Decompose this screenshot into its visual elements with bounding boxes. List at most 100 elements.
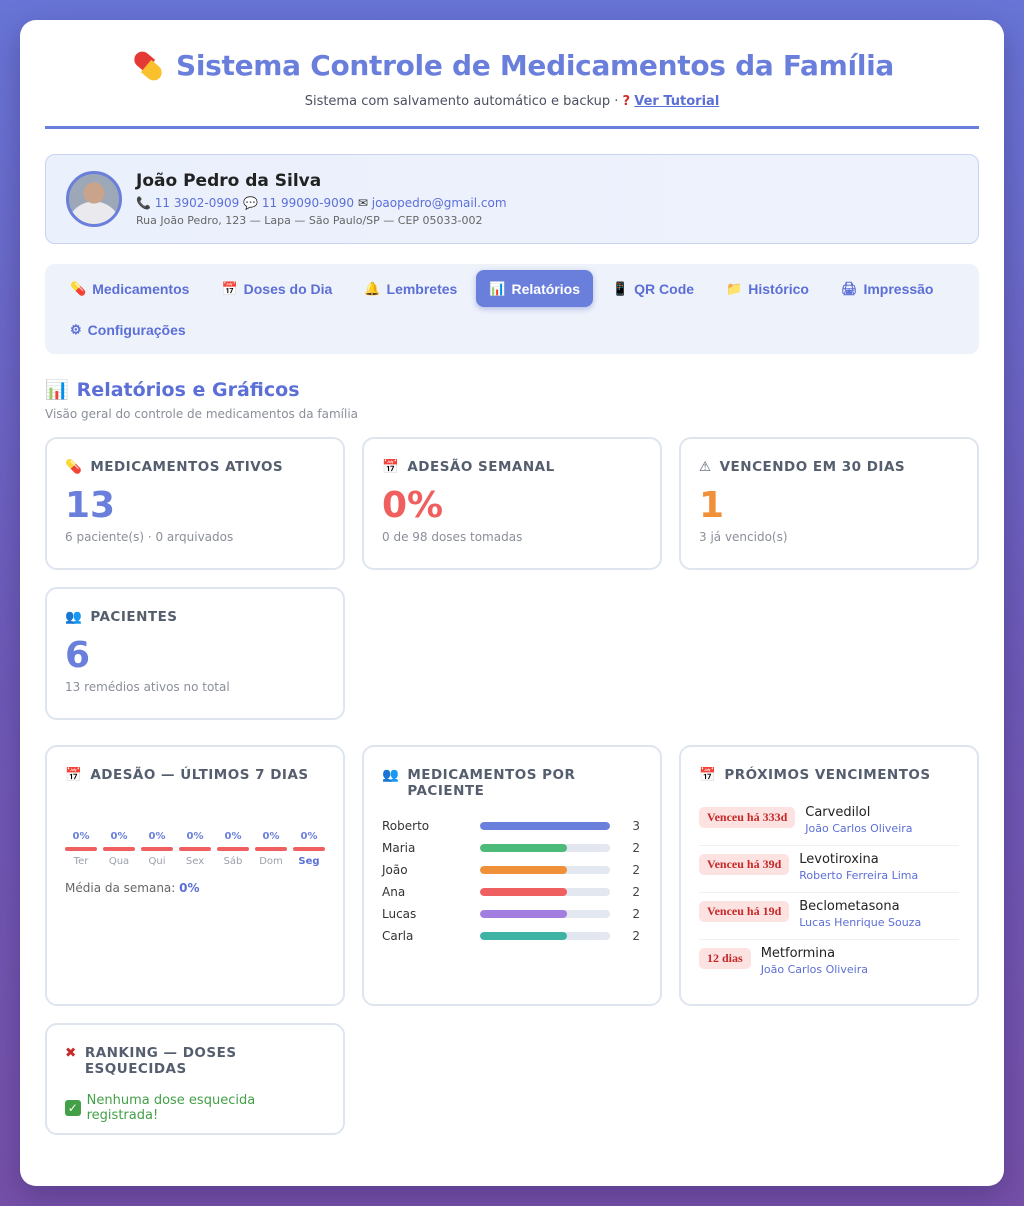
day-bar	[217, 847, 249, 851]
stat-value: 0%	[382, 485, 444, 526]
tab-lembretes[interactable]: 🔔 Lembretes	[351, 270, 470, 307]
profile-card: João Pedro da Silva 📞 11 3902-0909 💬 11 …	[45, 154, 979, 244]
patient-bar-track	[480, 888, 610, 896]
chart-icon: 📊	[45, 379, 69, 401]
stat-note: 13 remédios ativos no total	[65, 680, 230, 694]
medication-name: Carvedilol	[805, 805, 871, 820]
profile-address: Rua João Pedro, 123 — Lapa — São Paulo/S…	[136, 214, 483, 227]
patient-row: Carla 2	[382, 925, 642, 947]
patient-bar-fill	[480, 844, 567, 852]
patient-bar-fill	[480, 888, 567, 896]
section-subtitle: Visão geral do controle de medicamentos …	[45, 407, 359, 421]
page-subtitle: Sistema com salvamento automático e back…	[304, 94, 720, 109]
patient-name: Lucas	[382, 907, 417, 921]
stat-note: 0 de 98 doses tomadas	[382, 530, 523, 544]
day-bar	[141, 847, 173, 851]
expiry-badge: 12 dias	[699, 948, 751, 969]
page-title: Sistema Controle de Medicamentos da Famí…	[175, 48, 895, 82]
pill-icon: 💊	[65, 459, 83, 475]
day-bar	[103, 847, 135, 851]
patient-bar-fill	[480, 866, 567, 874]
people-icon: 👥	[382, 767, 400, 783]
warning-icon: ⚠	[699, 459, 712, 475]
tab-qr-code[interactable]: 📱 QR Code	[599, 270, 707, 307]
patient-row: Ana 2	[382, 881, 642, 903]
day-label: Seg	[298, 856, 320, 867]
tab-historico[interactable]: 📁 Histórico	[713, 270, 822, 307]
day-bar	[179, 847, 211, 851]
profile-phone[interactable]: 11 3902-0909	[155, 196, 240, 210]
tab-configuracoes[interactable]: ⚙ Configurações	[57, 311, 199, 348]
gear-icon: ⚙	[70, 321, 82, 337]
stat-adesao-semanal: 📅 ADESÃO SEMANAL 0% 0 de 98 doses tomadas	[362, 437, 662, 570]
day-percent: 0%	[186, 831, 204, 842]
tab-medicamentos[interactable]: 💊 Medicamentos	[57, 270, 202, 307]
reports-grid: 📅 ADESÃO — ÚLTIMOS 7 DIAS 0% Ter 0% Qua 0% Qui…	[45, 745, 979, 1135]
adesao-7-dias-card: 📅 ADESÃO — ÚLTIMOS 7 DIAS 0% Ter 0% Qua 0% Qui…	[45, 745, 345, 1006]
patient-count: 2	[632, 841, 640, 855]
profile-email[interactable]: joaopedro@gmail.com	[372, 196, 507, 210]
expiry-badge: Venceu há 39d	[699, 854, 790, 875]
chart-icon: 📊	[489, 280, 506, 296]
vencimento-row[interactable]: Venceu há 39d Levotiroxina Roberto Ferreir…	[699, 846, 959, 893]
calendar-icon: 📅	[382, 459, 400, 475]
day-bar	[255, 847, 287, 851]
adesao-days: 0% Ter 0% Qua 0% Qui 0% Sex 0% Sáb 0% Dom 0% Seg	[65, 831, 325, 867]
proximos-vencimentos-card: 📅 PRÓXIMOS VENCIMENTOS Venceu há 333d Carv…	[679, 745, 979, 1006]
patient-count: 2	[632, 907, 640, 921]
day-column: 0% Qua	[103, 831, 135, 867]
day-label: Qui	[148, 856, 166, 867]
patient-name: Lucas Henrique Souza	[799, 916, 922, 929]
check-icon: ✓	[65, 1100, 81, 1116]
day-column: 0% Sex	[179, 831, 211, 867]
section-title: 📊 Relatórios e Gráficos	[45, 378, 300, 402]
medication-name: Beclometasona	[799, 899, 900, 914]
weekly-average: Média da semana: 0%	[65, 881, 200, 895]
patient-count: 2	[632, 885, 640, 899]
day-percent: 0%	[110, 831, 128, 842]
day-label: Qua	[108, 856, 130, 867]
app-window: Sistema Controle de Medicamentos da Famí…	[20, 20, 1004, 1186]
day-column: 0% Qui	[141, 831, 173, 867]
tab-doses-do-dia[interactable]: 📅 Doses do Dia	[208, 270, 345, 307]
stat-medicamentos-ativos: 💊 MEDICAMENTOS ATIVOS 13 6 paciente(s) · …	[45, 437, 345, 570]
stat-vencendo: ⚠ VENCENDO EM 30 DIAS 1 3 já vencido(s)	[679, 437, 979, 570]
patient-bar-fill	[480, 932, 567, 940]
vencimento-row[interactable]: Venceu há 333d Carvedilol João Carlos Oliv…	[699, 799, 959, 846]
patient-bar-track	[480, 866, 610, 874]
vencimento-row[interactable]: Venceu há 19d Beclometasona Lucas Henrique…	[699, 893, 959, 940]
printer-icon: 🖨	[840, 280, 858, 296]
medication-name: Levotiroxina	[799, 852, 879, 867]
tab-relatorios[interactable]: 📊 Relatórios	[476, 270, 593, 307]
day-percent: 0%	[72, 831, 90, 842]
day-percent: 0%	[300, 831, 318, 842]
patient-count: 2	[632, 929, 640, 943]
patient-bars: Roberto 3 Maria 2 João 2 Ana 2 Lucas 2 Carla 2	[382, 815, 642, 947]
profile-name: João Pedro da Silva	[136, 171, 322, 191]
day-bar	[293, 847, 325, 851]
day-column: 0% Dom	[255, 831, 287, 867]
bell-icon: 🔔	[364, 280, 381, 296]
patient-bar-track	[480, 844, 610, 852]
vencimento-row[interactable]: 12 dias Metformina João Carlos Oliveira	[699, 940, 959, 987]
patient-name: Roberto	[382, 819, 430, 833]
patient-row: Roberto 3	[382, 815, 642, 837]
pill-icon	[130, 48, 165, 84]
stat-value: 1	[699, 485, 725, 526]
expiry-badge: Venceu há 19d	[699, 901, 790, 922]
medication-name: Metformina	[760, 946, 836, 961]
vencimentos-list: Venceu há 333d Carvedilol João Carlos Oliv…	[699, 799, 959, 987]
email-icon: ✉	[357, 196, 368, 210]
tutorial-link[interactable]: Ver Tutorial	[634, 94, 719, 109]
stat-value: 6	[65, 635, 91, 676]
stats-grid: 💊 MEDICAMENTOS ATIVOS 13 6 paciente(s) · …	[45, 437, 979, 720]
patient-row: João 2	[382, 859, 642, 881]
day-percent: 0%	[224, 831, 242, 842]
page-header: Sistema Controle de Medicamentos da Famí…	[45, 20, 979, 129]
medicamentos-por-paciente-card: 👥 MEDICAMENTOS POR PACIENTE Roberto 3 Maria…	[362, 745, 662, 1006]
stat-note: 6 paciente(s) · 0 arquivados	[65, 530, 234, 544]
tab-impressao[interactable]: 🖨 Impressão	[828, 270, 947, 307]
patient-name: João Carlos Oliveira	[760, 963, 868, 976]
profile-whatsapp[interactable]: 11 99090-9090	[262, 196, 354, 210]
ranking-card: ✖ RANKING — DOSES ESQUECIDAS ✓ Nenhuma do…	[45, 1023, 345, 1135]
